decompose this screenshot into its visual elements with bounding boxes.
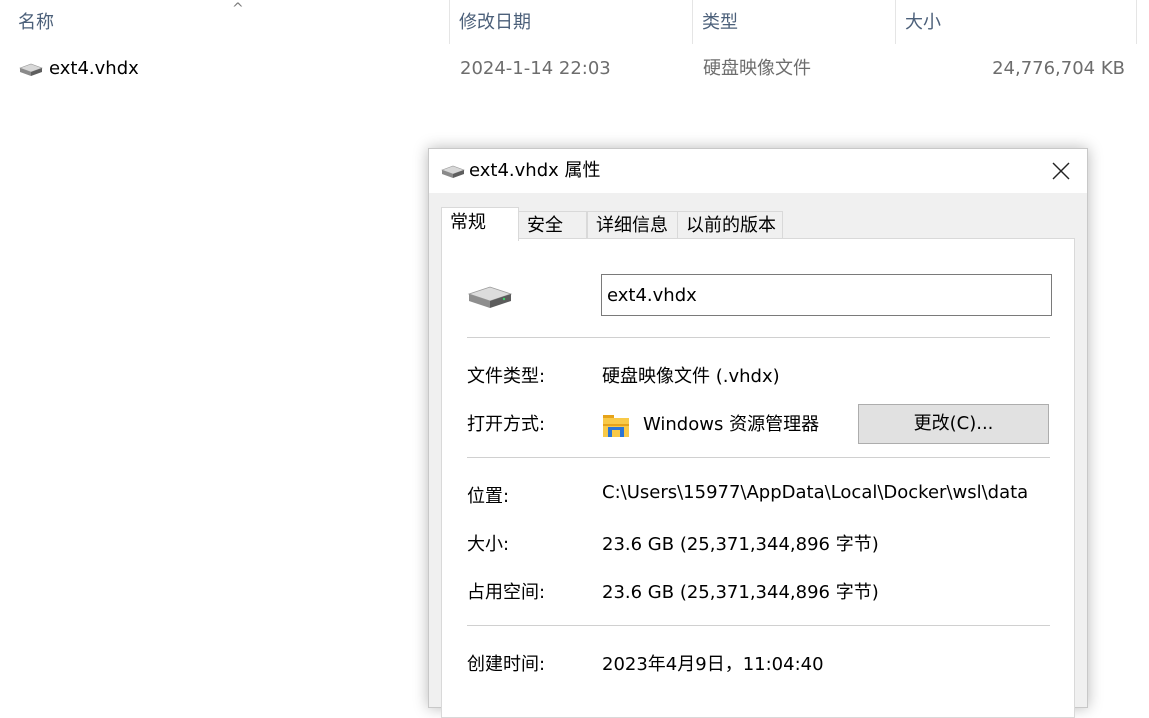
tab-previous-versions[interactable]: 以前的版本 bbox=[677, 211, 783, 239]
close-button[interactable] bbox=[1043, 153, 1079, 189]
column-header-size[interactable]: 大小 bbox=[897, 0, 1137, 44]
sort-ascending-icon: ^ bbox=[232, 1, 244, 17]
properties-dialog: ext4.vhdx 属性 常规 安全 详细信息 以前的版本 文件类型: 硬盘映像… bbox=[428, 148, 1088, 718]
location-label: 位置: bbox=[467, 486, 510, 507]
folder-icon bbox=[603, 415, 629, 437]
separator bbox=[467, 337, 1050, 338]
column-header-type[interactable]: 类型 bbox=[694, 0, 896, 44]
separator bbox=[467, 457, 1050, 458]
size-on-disk-label: 占用空间: bbox=[467, 582, 546, 603]
size-label: 大小: bbox=[467, 534, 510, 555]
file-row[interactable]: ext4.vhdx 2024-1-14 22:03 硬盘映像文件 24,776,… bbox=[0, 50, 1149, 88]
file-size: 24,776,704 KB bbox=[992, 58, 1125, 79]
hard-drive-icon bbox=[467, 286, 513, 308]
dialog-titlebar[interactable]: ext4.vhdx 属性 bbox=[429, 149, 1087, 193]
column-header-modified-label: 修改日期 bbox=[459, 12, 531, 33]
size-value: 23.6 GB (25,371,344,896 字节) bbox=[602, 534, 879, 555]
column-header-name-label: 名称 bbox=[18, 12, 54, 33]
file-modified: 2024-1-14 22:03 bbox=[460, 58, 611, 79]
opens-with-value: Windows 资源管理器 bbox=[643, 414, 820, 435]
column-header-size-label: 大小 bbox=[905, 12, 941, 33]
size-on-disk-value: 23.6 GB (25,371,344,896 字节) bbox=[602, 582, 879, 603]
separator bbox=[467, 625, 1050, 626]
hard-drive-icon bbox=[19, 63, 43, 76]
file-type-label: 文件类型: bbox=[467, 366, 546, 387]
column-header-name[interactable]: 名称 ^ bbox=[10, 0, 450, 44]
file-type-value: 硬盘映像文件 (.vhdx) bbox=[602, 366, 780, 387]
tab-security[interactable]: 安全 bbox=[518, 211, 587, 239]
close-icon bbox=[1052, 162, 1070, 180]
filename-input[interactable] bbox=[601, 274, 1052, 316]
general-panel: 文件类型: 硬盘映像文件 (.vhdx) 打开方式: Windows 资源管理器… bbox=[441, 238, 1075, 718]
hard-drive-icon bbox=[441, 165, 465, 178]
location-value: C:\Users\15977\AppData\Local\Docker\wsl\… bbox=[602, 482, 1029, 503]
opens-with-label: 打开方式: bbox=[467, 414, 546, 435]
change-button[interactable]: 更改(C)... bbox=[858, 404, 1049, 444]
created-label: 创建时间: bbox=[467, 654, 546, 675]
tab-general[interactable]: 常规 bbox=[441, 207, 519, 241]
dialog-title: ext4.vhdx 属性 bbox=[469, 160, 601, 181]
file-name: ext4.vhdx bbox=[49, 58, 139, 79]
created-value: 2023年4月9日，11:04:40 bbox=[602, 654, 824, 675]
file-type: 硬盘映像文件 bbox=[703, 58, 811, 79]
tab-details[interactable]: 详细信息 bbox=[587, 211, 678, 239]
column-header-modified[interactable]: 修改日期 bbox=[451, 0, 693, 44]
column-header-type-label: 类型 bbox=[702, 12, 738, 33]
